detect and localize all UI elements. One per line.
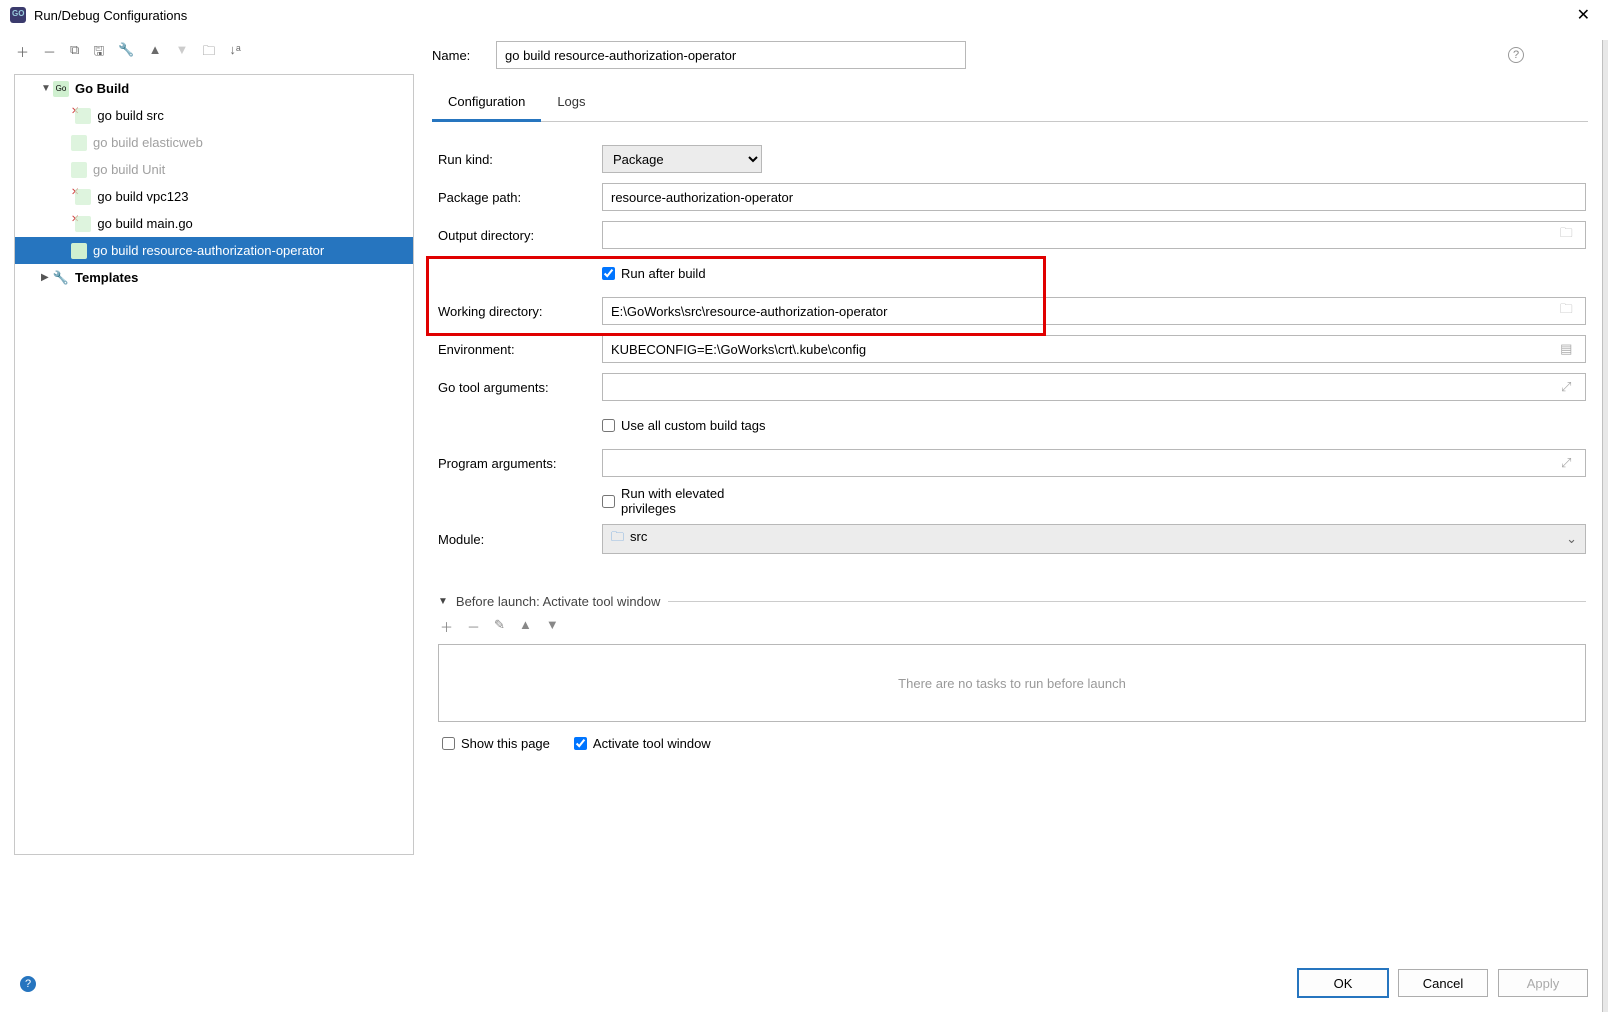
dialog-footer: ? OK Cancel Apply [0, 954, 1608, 1012]
window-title: Run/Debug Configurations [34, 8, 187, 23]
tree-item[interactable]: go build resource-authorization-operator [15, 237, 413, 264]
module-select[interactable]: 🗀src ⌄ [602, 524, 1586, 554]
elevated-checkbox[interactable]: Run with elevated privileges [602, 486, 766, 516]
folder-icon[interactable]: 🗀 [202, 42, 215, 64]
expand-icon[interactable]: ⤢ [1555, 379, 1577, 395]
remove-icon[interactable]: － [43, 42, 56, 64]
app-icon [10, 7, 26, 23]
sidebar: ＋ － ⧉ 🖫 🔧 ▲ ▼ 🗀 ↓ᵃ ▼ Go Go Build ✕go bui… [14, 38, 414, 855]
tree-item-label: go build main.go [97, 216, 192, 231]
go-icon: Go [53, 81, 69, 97]
down-icon[interactable]: ▼ [546, 617, 559, 636]
down-icon[interactable]: ▼ [175, 42, 188, 64]
tab-configuration[interactable]: Configuration [432, 86, 541, 122]
tree-templates[interactable]: ▶ 🔧 Templates [15, 264, 413, 291]
go-icon [71, 162, 87, 178]
scrollbar[interactable] [1602, 40, 1608, 1012]
go-icon [75, 189, 91, 205]
tab-logs[interactable]: Logs [541, 86, 601, 121]
browse-icon[interactable]: 🗀 [1555, 300, 1577, 322]
tasks-list: There are no tasks to run before launch [438, 644, 1586, 722]
tree-item-label: go build vpc123 [97, 189, 188, 204]
allow-parallel-checkbox[interactable]: Allow parallel run [1538, 33, 1588, 78]
tree-item[interactable]: ✕go build vpc123 [15, 183, 413, 210]
share-vcs-checkbox[interactable]: Share through VCS [1444, 33, 1494, 78]
up-icon[interactable]: ▲ [519, 617, 532, 636]
name-label: Name: [432, 48, 482, 63]
edit-icon[interactable]: ✎ [494, 617, 505, 636]
go-tool-label: Go tool arguments: [438, 380, 602, 395]
tree-item-label: go build Unit [93, 162, 165, 177]
tabs: Configuration Logs [432, 86, 1588, 122]
wrench-icon[interactable]: 🔧 [118, 42, 134, 64]
copy-icon[interactable]: ⧉ [70, 42, 79, 64]
tree-item[interactable]: go build Unit [15, 156, 413, 183]
help-icon[interactable]: ? [1508, 47, 1524, 63]
up-icon[interactable]: ▲ [149, 42, 162, 64]
folder-icon: 🗀 [611, 529, 624, 544]
sort-icon[interactable]: ↓ᵃ [229, 42, 240, 64]
show-page-checkbox[interactable]: Show this page [442, 736, 550, 751]
program-args-field[interactable]: ⤢ [602, 449, 1586, 477]
activate-tool-window-checkbox[interactable]: Activate tool window [574, 736, 711, 751]
add-icon[interactable]: ＋ [16, 42, 29, 64]
go-icon [75, 216, 91, 232]
module-label: Module: [438, 532, 602, 547]
help-icon[interactable]: ? [20, 976, 36, 992]
run-after-build-checkbox[interactable]: Run after build [602, 266, 766, 281]
sidebar-toolbar: ＋ － ⧉ 🖫 🔧 ▲ ▼ 🗀 ↓ᵃ [14, 38, 414, 74]
tree-group-gobuild[interactable]: ▼ Go Go Build [15, 75, 413, 102]
run-kind-select[interactable]: Package [602, 145, 762, 173]
custom-tags-checkbox[interactable]: Use all custom build tags [602, 418, 766, 433]
output-dir-label: Output directory: [438, 228, 602, 243]
go-icon [75, 108, 91, 124]
expand-icon[interactable]: ⤢ [1555, 455, 1577, 471]
tree-item[interactable]: ✕go build src [15, 102, 413, 129]
working-dir-field[interactable]: 🗀 [602, 297, 1586, 325]
tree-item-label: go build resource-authorization-operator [93, 243, 324, 258]
chevron-down-icon: ▼ [41, 83, 53, 94]
config-tree[interactable]: ▼ Go Go Build ✕go build src go build elas… [14, 74, 414, 855]
add-icon[interactable]: ＋ [440, 617, 453, 636]
chevron-down-icon: ⌄ [1566, 531, 1577, 547]
go-icon [71, 243, 87, 259]
titlebar: Run/Debug Configurations ✕ [0, 0, 1608, 30]
run-kind-label: Run kind: [438, 152, 602, 167]
chevron-right-icon: ▶ [41, 272, 53, 283]
working-dir-label: Working directory: [438, 304, 602, 319]
remove-icon[interactable]: － [467, 617, 480, 636]
browse-icon[interactable]: 🗀 [1555, 224, 1577, 246]
content-pane: Name: Share through VCS ? Allow parallel… [432, 38, 1594, 855]
tree-item-label: go build src [97, 108, 163, 123]
environment-field[interactable]: ▤ [602, 335, 1586, 363]
output-dir-field[interactable]: 🗀 [602, 221, 1586, 249]
list-icon[interactable]: ▤ [1555, 341, 1577, 357]
no-tasks-label: There are no tasks to run before launch [898, 676, 1126, 691]
program-args-label: Program arguments: [438, 456, 602, 471]
name-input[interactable] [496, 41, 966, 69]
collapse-icon[interactable]: ▼ [438, 596, 448, 607]
go-tool-field[interactable]: ⤢ [602, 373, 1586, 401]
go-icon [71, 135, 87, 151]
package-path-label: Package path: [438, 190, 602, 205]
package-path-field[interactable] [602, 183, 1586, 211]
apply-button[interactable]: Apply [1498, 969, 1588, 997]
tree-item[interactable]: ✕go build main.go [15, 210, 413, 237]
ok-button[interactable]: OK [1298, 969, 1388, 997]
cancel-button[interactable]: Cancel [1398, 969, 1488, 997]
tree-item[interactable]: go build elasticweb [15, 129, 413, 156]
before-launch-section: ▼ Before launch: Activate tool window ＋ … [438, 594, 1586, 751]
close-icon[interactable]: ✕ [1569, 1, 1598, 29]
save-icon[interactable]: 🖫 [93, 42, 104, 64]
environment-label: Environment: [438, 342, 602, 357]
wrench-icon: 🔧 [53, 270, 69, 286]
tree-item-label: go build elasticweb [93, 135, 203, 150]
config-form: Run kind: Package Package path: Output d… [432, 122, 1588, 751]
tree-templates-label: Templates [75, 270, 138, 285]
before-launch-title: Before launch: Activate tool window [456, 594, 661, 609]
tree-group-label: Go Build [75, 81, 129, 96]
